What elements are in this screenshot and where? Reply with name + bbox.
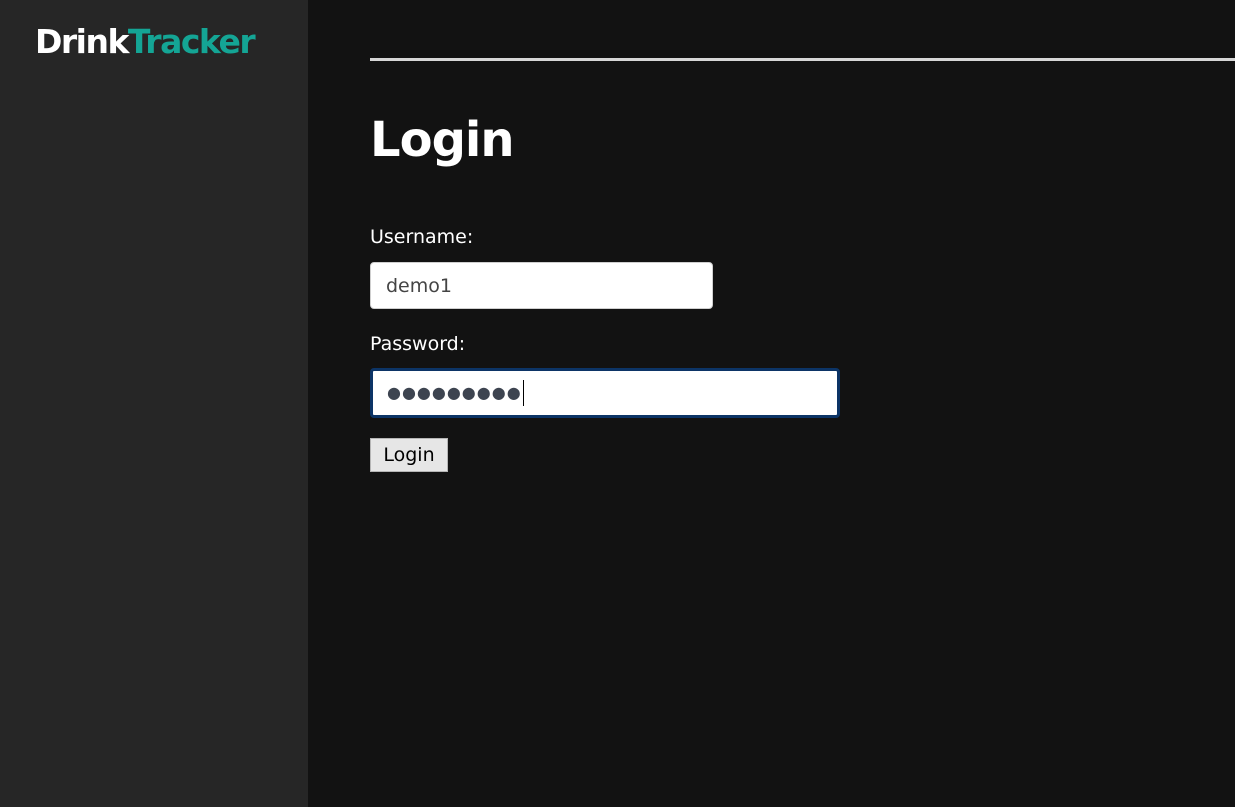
header-divider [370,58,1235,61]
username-value: demo1 [386,274,452,297]
brand-second-word: Tracker [127,22,256,61]
username-label: Username: [370,226,474,248]
password-label: Password: [370,333,466,355]
sidebar: DrinkTracker [0,0,308,807]
text-caret [522,380,524,406]
password-masked-value: ●●●●●●●●● [387,383,522,402]
page-title: Login [370,112,515,168]
password-input[interactable]: ●●●●●●●●● [370,368,840,418]
main-content: Login Username: demo1 Password: ●●●●●●●●… [308,0,1235,807]
brand-logo[interactable]: DrinkTracker [35,22,256,62]
login-button[interactable]: Login [370,438,448,472]
app-root: DrinkTracker Login Username: demo1 Passw… [0,0,1235,807]
brand-first-word: Drink [35,22,129,61]
username-input[interactable]: demo1 [370,262,713,309]
